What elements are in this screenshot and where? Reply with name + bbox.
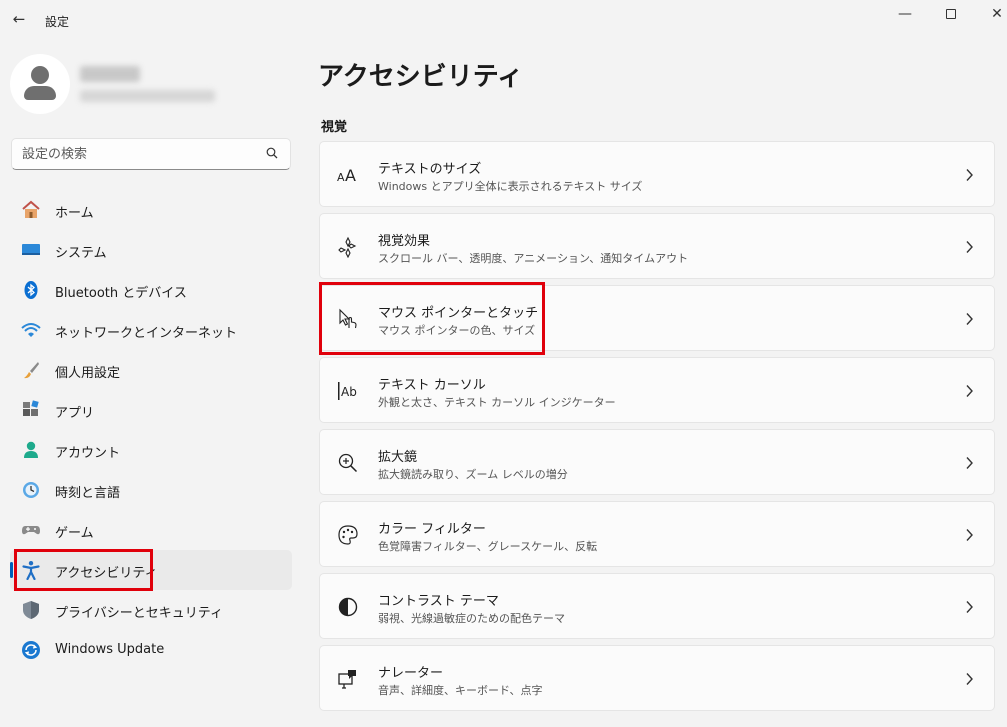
section-title: 視覚 [321,120,348,135]
text-size-icon: A A [337,166,356,185]
update-icon [22,641,40,659]
sidebar-item-windows-update[interactable]: Windows Update [10,630,292,670]
card-description: Windows とアプリ全体に表示されるテキスト サイズ [378,180,643,193]
system-icon [22,244,40,255]
sidebar-item-label: ゲーム [55,526,94,541]
card-title: コントラスト テーマ [378,594,499,609]
chevron-right-icon [966,529,973,541]
page-title: アクセシビリティ [318,62,524,92]
blurred-user-name [80,66,140,82]
chevron-right-icon [966,385,973,397]
sidebar-item-label: ホーム [55,206,94,221]
wifi-icon [21,323,41,337]
back-button[interactable]: ← [8,8,30,30]
avatar-head [31,66,49,84]
sidebar-item-home[interactable]: ホーム [10,190,292,230]
card-title: カラー フィルター [378,522,486,537]
card-description: 外観と太さ、テキスト カーソル インジケーター [378,396,616,409]
card-description: 音声、詳細度、キーボード、点字 [378,684,543,697]
settings-card-list: A A テキストのサイズ Windows とアプリ全体に表示されるテキスト サイ… [319,141,995,717]
shield-icon [23,601,39,619]
sidebar-item-label: Windows Update [55,642,165,657]
card-description: 拡大鏡読み取り、ズーム レベルの増分 [378,468,568,481]
sidebar-item-label: アプリ [55,406,95,421]
search-input[interactable] [22,139,262,169]
search-icon [266,147,278,159]
sidebar-nav: ホーム システム Bluetooth とデバイス ネットワークとインターネット … [10,190,292,670]
sidebar-item-label: ネットワークとインターネット [55,326,238,341]
title-bar: ← 設定 — ✕ [0,0,1007,42]
brush-icon [24,362,39,379]
sidebar-item-label: プライバシーとセキュリティ [55,606,223,621]
sidebar-item-label: アカウント [55,446,121,461]
gamepad-icon [22,526,40,535]
sidebar-item-gaming[interactable]: ゲーム [10,510,292,550]
sidebar-item-label: Bluetooth とデバイス [55,286,187,301]
palette-icon [338,525,358,545]
minimize-button[interactable]: — [882,2,928,28]
card-contrast-themes[interactable]: コントラスト テーマ 弱視、光線過敏症のための配色テーマ [319,573,995,639]
highlight-box-mouse-pointer [319,282,545,355]
sidebar-item-label: システム [55,246,107,261]
narrator-icon [338,670,356,689]
magnifier-icon [338,453,358,473]
maximize-button[interactable] [928,2,974,28]
card-text-cursor[interactable]: Ab テキスト カーソル 外観と太さ、テキスト カーソル インジケーター [319,357,995,423]
sidebar-item-network[interactable]: ネットワークとインターネット [10,310,292,350]
svg-text:A: A [345,166,356,185]
card-narrator[interactable]: ナレーター 音声、詳細度、キーボード、点字 [319,645,995,711]
avatar-body [24,86,56,100]
maximize-icon [946,9,956,19]
bluetooth-icon [24,281,38,299]
app-title: 設定 [45,15,70,29]
card-title: 拡大鏡 [378,450,418,465]
search-box[interactable] [11,138,291,170]
chevron-right-icon [966,673,973,685]
blurred-user-email [80,90,215,102]
chevron-right-icon [966,457,973,469]
sidebar-item-bluetooth[interactable]: Bluetooth とデバイス [10,270,292,310]
card-title: テキスト カーソル [378,378,486,393]
card-text-size[interactable]: A A テキストのサイズ Windows とアプリ全体に表示されるテキスト サイ… [319,141,995,207]
card-color-filters[interactable]: カラー フィルター 色覚障害フィルター、グレースケール、反転 [319,501,995,567]
visual-effects-icon [338,236,357,258]
card-description: スクロール バー、透明度、アニメーション、通知タイムアウト [378,252,689,265]
svg-text:A: A [337,171,345,184]
time-language-icon [23,482,39,498]
sidebar-item-accounts[interactable]: アカウント [10,430,292,470]
text-cursor-icon: Ab [338,382,357,400]
card-title: 視覚効果 [378,234,431,249]
avatar [10,54,70,114]
home-icon [22,200,40,218]
sidebar-item-label: 時刻と言語 [55,486,121,501]
close-button[interactable]: ✕ [974,2,1007,28]
highlight-box-accessibility [14,549,153,591]
chevron-right-icon [966,601,973,613]
sidebar-item-time-language[interactable]: 時刻と言語 [10,470,292,510]
apps-icon [23,400,39,416]
sidebar-item-system[interactable]: システム [10,230,292,270]
card-magnifier[interactable]: 拡大鏡 拡大鏡読み取り、ズーム レベルの増分 [319,429,995,495]
account-icon [24,441,38,458]
svg-text:Ab: Ab [341,385,357,399]
sidebar-item-privacy[interactable]: プライバシーとセキュリティ [10,590,292,630]
card-description: 色覚障害フィルター、グレースケール、反転 [378,540,598,553]
chevron-right-icon [966,313,973,325]
card-title: テキストのサイズ [378,162,482,177]
chevron-right-icon [966,241,973,253]
card-description: 弱視、光線過敏症のための配色テーマ [378,612,565,625]
user-profile[interactable] [10,54,290,114]
sidebar-item-personalization[interactable]: 個人用設定 [10,350,292,390]
contrast-icon [338,597,358,617]
chevron-right-icon [966,169,973,181]
sidebar-item-apps[interactable]: アプリ [10,390,292,430]
sidebar-item-label: 個人用設定 [55,366,121,381]
card-title: ナレーター [378,666,444,681]
card-visual-effects[interactable]: 視覚効果 スクロール バー、透明度、アニメーション、通知タイムアウト [319,213,995,279]
